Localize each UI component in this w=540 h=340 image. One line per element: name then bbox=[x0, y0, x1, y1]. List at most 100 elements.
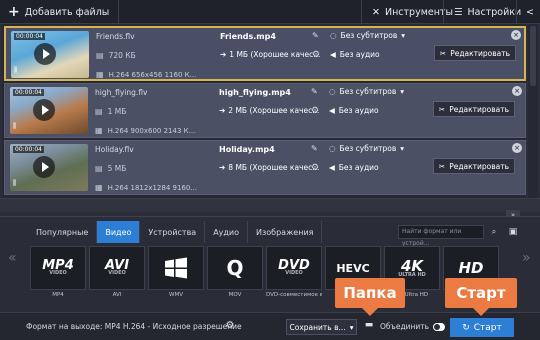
scroll-right-icon[interactable]: » bbox=[522, 250, 531, 266]
arrow-right-icon: ➔ bbox=[219, 106, 226, 115]
format-dvd[interactable]: DVD VIDEO DVD-совместимое в... bbox=[266, 246, 322, 302]
source-size: ▤ 720 КБ bbox=[96, 51, 136, 60]
output-size-value: 8 МБ (Хорошее качес... bbox=[228, 163, 320, 172]
scissors-icon: ✂ bbox=[438, 104, 446, 114]
rename-pencil-icon[interactable]: ✎ bbox=[311, 144, 318, 153]
file-icon: ▤ bbox=[95, 107, 103, 116]
panel-divider bbox=[0, 198, 540, 212]
rename-pencil-icon[interactable]: ✎ bbox=[312, 31, 319, 40]
file-row[interactable]: 00:00:04 ⫼ Holiday.flv ▤ 5 МБ ▦ H.264 1812… bbox=[4, 140, 526, 195]
format-tabs: Популярные Видео Устройства Аудио Изобра… bbox=[28, 221, 323, 243]
audio-dropdown[interactable]: ◀ Без аудио bbox=[329, 163, 379, 172]
trim-icon: ⫼ bbox=[13, 122, 17, 130]
save-to-dropdown[interactable]: Сохранить в... ▾ bbox=[286, 319, 357, 335]
video-thumbnail[interactable]: 00:00:04 ⫼ bbox=[10, 87, 88, 134]
thumbnail-duration: 00:00:04 bbox=[13, 146, 44, 153]
source-filename: Holiday.flv bbox=[95, 145, 134, 154]
output-filename[interactable]: high_flying.mp4 bbox=[219, 88, 291, 97]
device-detect-icon[interactable]: ▣ bbox=[506, 224, 520, 240]
play-icon[interactable] bbox=[33, 99, 55, 121]
folder-icon[interactable]: ▬ bbox=[362, 320, 376, 334]
share-button[interactable]: < bbox=[518, 0, 540, 24]
refresh-icon: ↻ bbox=[462, 322, 470, 333]
edit-button[interactable]: ✂ Редактировать bbox=[433, 158, 515, 174]
output-settings-gear-icon[interactable]: ⚙ bbox=[311, 106, 319, 116]
audio-dropdown[interactable]: ◀ Без аудио bbox=[330, 50, 380, 59]
format-gallery: MP4 VIDEO MP4 AVI VIDEO AVI WMV Q MOV DVD V… bbox=[30, 246, 499, 302]
speaker-icon: ◀ bbox=[330, 50, 336, 59]
speaker-icon: ◀ bbox=[329, 106, 335, 115]
edit-label: Редактировать bbox=[450, 48, 511, 58]
output-settings-gear-icon[interactable]: ⚙ bbox=[312, 50, 320, 60]
menu-icon: ☰ bbox=[454, 6, 463, 18]
format-mp4[interactable]: MP4 VIDEO MP4 bbox=[30, 246, 86, 302]
edit-label: Редактировать bbox=[449, 104, 510, 114]
scrollbar-thumb[interactable] bbox=[530, 26, 536, 86]
add-files-label: Добавить файлы bbox=[24, 6, 110, 18]
toggle-switch[interactable] bbox=[433, 322, 446, 331]
tools-icon: ✕ bbox=[372, 6, 380, 18]
format-search-input[interactable]: Найти формат или устрой... bbox=[398, 225, 484, 247]
tab-devices[interactable]: Устройства bbox=[140, 221, 206, 243]
scroll-left-icon[interactable]: « bbox=[8, 250, 17, 266]
hevc-logo-text: HEVC bbox=[336, 261, 370, 275]
format-mov[interactable]: Q MOV bbox=[207, 246, 263, 302]
play-icon[interactable] bbox=[34, 43, 56, 65]
remove-file-close-icon[interactable]: × bbox=[511, 30, 521, 40]
arrow-right-icon: ➔ bbox=[219, 163, 226, 172]
video-thumbnail[interactable]: 00:00:04 ⫼ bbox=[10, 144, 88, 191]
windows-logo-icon bbox=[148, 246, 204, 290]
merge-toggle[interactable]: Объединить bbox=[380, 322, 446, 331]
chevron-down-icon: ▾ bbox=[401, 31, 406, 40]
start-button[interactable]: ↻ Старт bbox=[450, 318, 514, 337]
add-files-button[interactable]: + Добавить файлы bbox=[0, 0, 117, 24]
scissors-icon: ✂ bbox=[439, 48, 447, 58]
file-row[interactable]: 00:00:04 ⫼ Friends.flv ▤ 720 КБ ▦ H.264 65… bbox=[4, 26, 526, 81]
dvd-logo-icon: DVD VIDEO bbox=[266, 246, 322, 290]
search-icon[interactable]: ⌕ bbox=[488, 225, 500, 239]
plus-icon: + bbox=[8, 4, 20, 20]
bottom-bar: Формат на выходе: MP4 H.264 - Исходное р… bbox=[0, 312, 540, 340]
audio-label: Без аудио bbox=[339, 50, 380, 59]
toolbar: + Добавить файлы ✕ Инструменты ☰ Настрой… bbox=[0, 0, 540, 24]
video-thumbnail[interactable]: 00:00:04 ⫼ bbox=[11, 31, 89, 78]
tab-images[interactable]: Изображения bbox=[248, 221, 323, 243]
chevron-down-icon: ▾ bbox=[349, 322, 354, 332]
file-row[interactable]: 00:00:04 ⫼ high_flying.flv ▤ 1 МБ ▦ H.264 … bbox=[4, 83, 526, 138]
output-filename[interactable]: Holiday.mp4 bbox=[219, 145, 275, 154]
subtitles-dropdown[interactable]: ◌ Без субтитров ▾ bbox=[329, 87, 404, 96]
remove-file-close-icon[interactable]: × bbox=[512, 86, 522, 96]
toolbar-divider bbox=[118, 0, 119, 24]
subtitles-label: Без субтитров bbox=[339, 144, 397, 153]
output-settings-gear-icon[interactable]: ⚙ bbox=[223, 319, 237, 333]
chevron-down-icon: ▾ bbox=[400, 87, 405, 96]
output-size-value: 1 МБ (Хорошее качес... bbox=[229, 50, 321, 59]
format-label: DVD-совместимое в... bbox=[266, 292, 322, 298]
audio-dropdown[interactable]: ◀ Без аудио bbox=[329, 106, 379, 115]
file-list-scrollbar[interactable] bbox=[528, 24, 538, 198]
subtitles-icon: ◌ bbox=[329, 87, 336, 96]
rename-pencil-icon[interactable]: ✎ bbox=[311, 87, 318, 96]
tab-video[interactable]: Видео bbox=[97, 221, 141, 243]
output-size: ➔ 1 МБ (Хорошее качес... bbox=[220, 50, 320, 59]
source-filename: Friends.flv bbox=[96, 32, 135, 41]
output-filename[interactable]: Friends.mp4 bbox=[220, 32, 276, 41]
edit-button[interactable]: ✂ Редактировать bbox=[433, 101, 515, 117]
toolbar-divider bbox=[361, 0, 362, 24]
source-info: ▦ H.264 656x456 1160 К... bbox=[96, 70, 196, 79]
subtitles-dropdown[interactable]: ◌ Без субтитров ▾ bbox=[329, 144, 404, 153]
subtitles-dropdown[interactable]: ◌ Без субтитров ▾ bbox=[330, 31, 405, 40]
start-callout: Старт bbox=[445, 278, 517, 316]
remove-file-close-icon[interactable]: × bbox=[512, 143, 522, 153]
output-settings-gear-icon[interactable]: ⚙ bbox=[311, 163, 319, 173]
edit-button[interactable]: ✂ Редактировать bbox=[434, 45, 516, 61]
tab-audio[interactable]: Аудио bbox=[205, 221, 249, 243]
tab-popular[interactable]: Популярные bbox=[28, 221, 98, 243]
edit-label: Редактировать bbox=[449, 161, 510, 171]
play-icon[interactable] bbox=[33, 156, 55, 178]
format-wmv[interactable]: WMV bbox=[148, 246, 204, 302]
format-avi[interactable]: AVI VIDEO AVI bbox=[89, 246, 145, 302]
quicktime-logo-icon: Q bbox=[207, 246, 263, 290]
film-icon: ▦ bbox=[95, 183, 103, 192]
audio-label: Без аудио bbox=[338, 163, 379, 172]
